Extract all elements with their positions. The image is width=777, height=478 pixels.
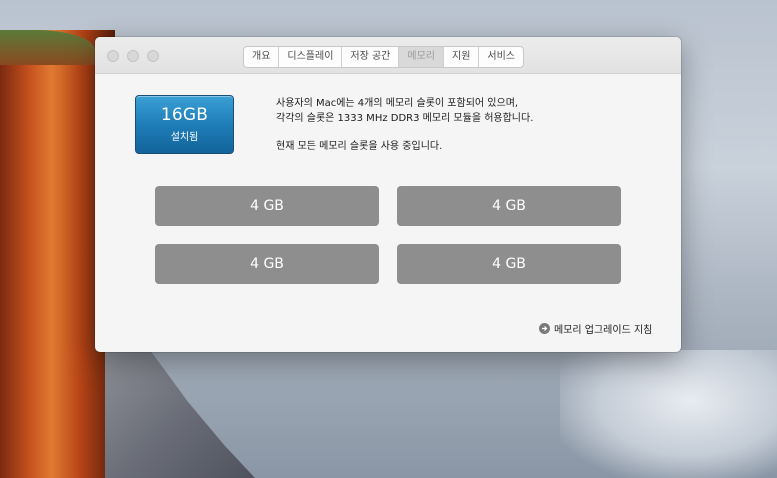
tab-overview[interactable]: 개요 (244, 47, 280, 67)
description-line-2: 각각의 슬롯은 1333 MHz DDR3 메모리 모듈을 허용합니다. (276, 113, 534, 124)
close-button[interactable] (107, 50, 119, 62)
memory-installed-badge: 16GB 설치됨 (135, 95, 234, 154)
memory-upgrade-label: 메모리 업그레이드 지침 (554, 325, 653, 336)
tab-storage[interactable]: 저장 공간 (342, 47, 400, 67)
wallpaper-rock (105, 350, 255, 478)
tab-service[interactable]: 서비스 (479, 47, 523, 67)
about-this-mac-window: 개요 디스플레이 저장 공간 메모리 지원 서비스 16GB 설치됨 사용자의 … (95, 37, 681, 352)
memory-slot-4: 4 GB (397, 244, 621, 284)
wallpaper-cloud (560, 350, 777, 478)
tab-support[interactable]: 지원 (444, 47, 480, 67)
memory-size: 16GB (160, 105, 209, 125)
memory-upgrade-link[interactable]: 메모리 업그레이드 지침 (539, 321, 652, 336)
arrow-circle-icon (539, 323, 550, 334)
memory-description: 사용자의 Mac에는 4개의 메모리 슬롯이 포함되어 있으며, 각각의 슬롯은… (276, 96, 533, 154)
zoom-button[interactable] (147, 50, 159, 62)
tab-displays[interactable]: 디스플레이 (279, 47, 343, 67)
memory-slot-1: 4 GB (155, 186, 379, 226)
title-bar: 개요 디스플레이 저장 공간 메모리 지원 서비스 (95, 37, 681, 74)
memory-installed-label: 설치됨 (170, 132, 199, 143)
tab-bar: 개요 디스플레이 저장 공간 메모리 지원 서비스 (243, 46, 525, 68)
description-line-1: 사용자의 Mac에는 4개의 메모리 슬롯이 포함되어 있으며, (276, 98, 519, 109)
tab-memory[interactable]: 메모리 (399, 47, 444, 67)
memory-slot-2: 4 GB (397, 186, 621, 226)
description-line-3: 현재 모든 메모리 슬롯을 사용 중입니다. (276, 141, 443, 152)
memory-slot-3: 4 GB (155, 244, 379, 284)
minimize-button[interactable] (127, 50, 139, 62)
